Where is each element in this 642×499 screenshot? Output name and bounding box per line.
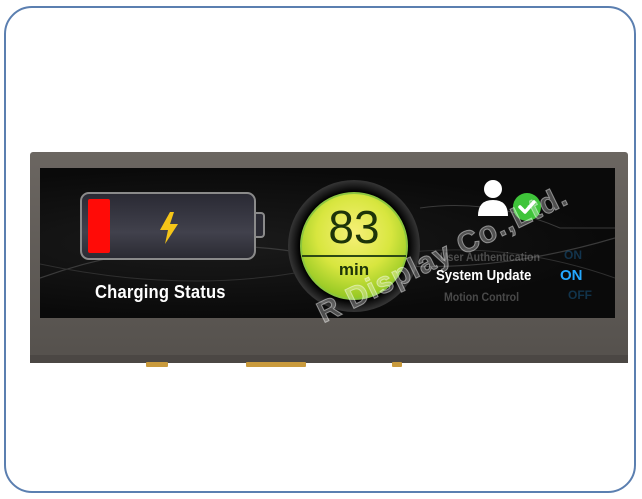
battery-level-fill [88, 199, 110, 253]
setting-value: OFF [568, 288, 592, 302]
setting-label: Motion Control [444, 290, 520, 304]
setting-row-motion-control[interactable]: Motion Control OFF [444, 288, 592, 306]
connector-pin [392, 362, 402, 367]
setting-value: ON [560, 267, 583, 284]
display-module-edge [30, 355, 628, 363]
setting-value: ON [564, 248, 582, 262]
connector-pin [246, 362, 306, 367]
timer-value: 83 [328, 201, 380, 253]
connector-pin [146, 362, 168, 367]
setting-row-system-update[interactable]: System Update ON [436, 267, 583, 285]
lightning-bolt-icon [160, 212, 178, 244]
battery-terminal [256, 212, 265, 238]
charging-status-label: Charging Status [95, 282, 226, 302]
gauge-divider [302, 255, 406, 257]
